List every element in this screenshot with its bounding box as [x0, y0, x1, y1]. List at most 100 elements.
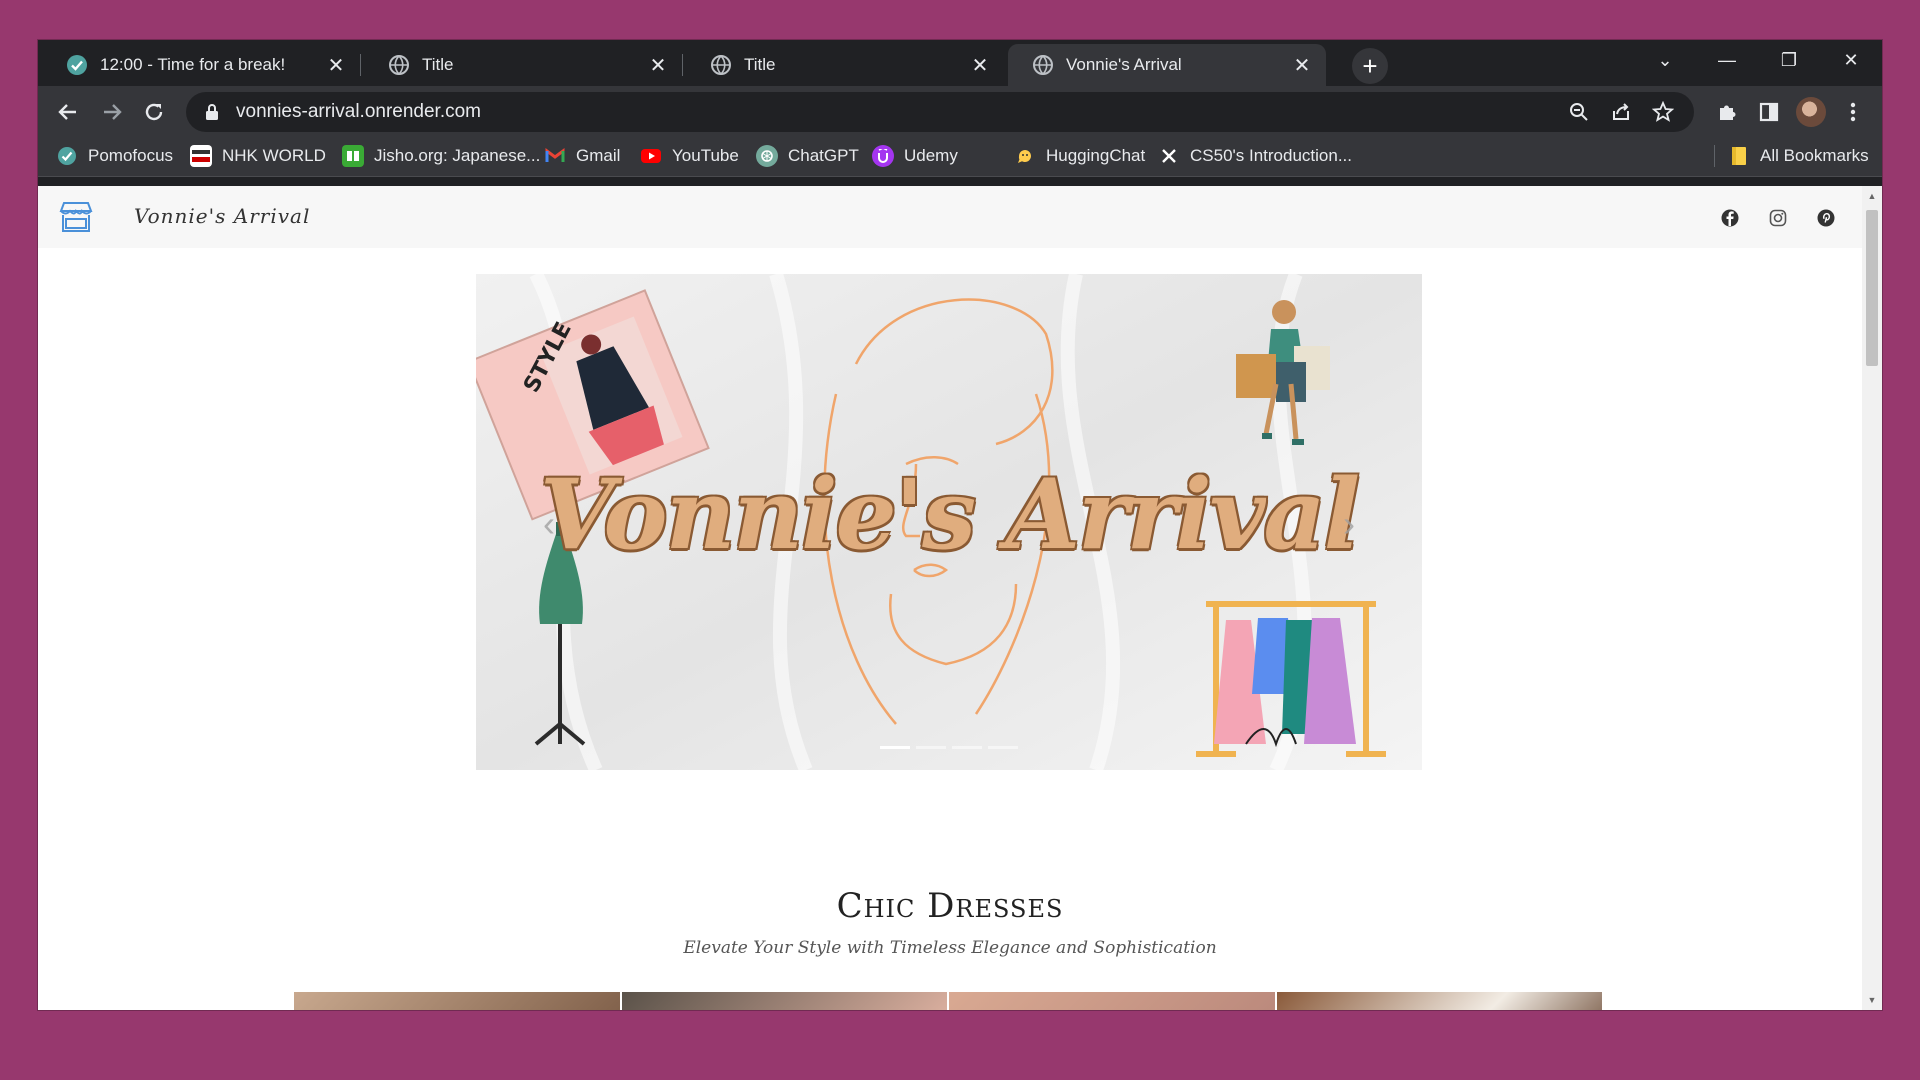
side-panel-icon[interactable] [1748, 94, 1790, 130]
browser-window: 12:00 - Time for a break! ✕ Title ✕ Titl… [38, 40, 1882, 1010]
share-icon[interactable] [1600, 101, 1642, 123]
tab-strip: 12:00 - Time for a break! ✕ Title ✕ Titl… [38, 40, 1882, 86]
lock-icon[interactable] [202, 102, 222, 122]
brand-name[interactable]: Vonnie's Arrival [134, 204, 310, 228]
carousel-indicator[interactable] [880, 746, 910, 749]
all-bookmarks-button[interactable]: All Bookmarks [1728, 136, 1869, 176]
instagram-icon[interactable] [1754, 206, 1802, 230]
bookmark-udemy[interactable]: Udemy [872, 136, 958, 176]
section-title: Chic Dresses [836, 886, 1064, 926]
tab-close-button[interactable]: ✕ [646, 53, 670, 77]
carousel-prev-button[interactable]: ‹ [534, 503, 564, 544]
chatgpt-icon [756, 145, 778, 167]
new-tab-button[interactable]: + [1352, 48, 1388, 84]
globe-icon [711, 55, 731, 75]
dress-card-image[interactable] [1276, 992, 1602, 1010]
close-window-button[interactable]: ✕ [1820, 40, 1882, 80]
site-navbar: Vonnie's Arrival [38, 186, 1862, 248]
pomodoro-check-icon [67, 55, 87, 75]
bookmark-label: NHK WORLD [222, 146, 326, 165]
carousel-indicator[interactable] [988, 746, 1018, 749]
bookmark-chatgpt[interactable]: ChatGPT [756, 136, 859, 176]
tab-search-button[interactable]: ⌄ [1634, 40, 1696, 80]
hero-brand-text: Vonnie's Arrival [539, 458, 1360, 571]
globe-icon [1033, 55, 1053, 75]
dress-gallery [294, 992, 1604, 1010]
tab-vonnies-arrival[interactable]: Vonnie's Arrival ✕ [1008, 44, 1326, 86]
forward-arrow-icon [104, 104, 122, 120]
dress-card-image[interactable] [621, 992, 947, 1010]
jisho-icon [342, 145, 364, 167]
facebook-icon[interactable] [1706, 206, 1754, 230]
zoom-icon[interactable] [1558, 101, 1600, 123]
profile-avatar[interactable] [1796, 97, 1826, 127]
bookmark-star-icon[interactable] [1642, 101, 1684, 123]
minimize-button[interactable]: — [1696, 40, 1758, 80]
carousel-next-button[interactable]: › [1334, 503, 1364, 544]
storefront-icon[interactable] [58, 200, 94, 234]
extensions-puzzle-icon[interactable] [1706, 94, 1748, 130]
dress-card-image[interactable] [294, 992, 620, 1010]
section-subtitle: Elevate Your Style with Timeless Eleganc… [683, 938, 1217, 958]
bookmarks-separator [1714, 145, 1715, 167]
bookmark-label: Jisho.org: Japanese... [374, 146, 541, 165]
carousel-indicator[interactable] [952, 746, 982, 749]
tab-title-2[interactable]: Title ✕ [686, 44, 1004, 86]
bookmark-label: Gmail [576, 146, 621, 165]
bookmark-label: CS50's Introduction... [1190, 146, 1352, 165]
scroll-down-arrow[interactable]: ▼ [1862, 992, 1882, 1008]
bookmarks-bar: Pomofocus NHK WORLD Jisho.org: Japanese.… [38, 136, 1882, 177]
url-text[interactable]: vonnies-arrival.onrender.com [236, 101, 481, 123]
page-scrollbar[interactable]: ▲ ▼ [1862, 186, 1882, 1010]
udemy-icon [872, 145, 894, 167]
tab-pomofocus[interactable]: 12:00 - Time for a break! ✕ [42, 44, 361, 86]
all-bookmarks-label: All Bookmarks [1760, 146, 1869, 165]
bookmark-nhk-world[interactable]: NHK WORLD [190, 136, 326, 176]
back-button[interactable] [50, 94, 86, 130]
bookmark-label: Pomofocus [88, 146, 174, 165]
bookmark-label: YouTube [672, 146, 739, 165]
bookmark-label: HuggingChat [1046, 146, 1146, 165]
bookmark-pomofocus[interactable]: Pomofocus [56, 136, 173, 176]
folder-icon [1728, 145, 1750, 167]
pinterest-icon[interactable] [1802, 206, 1850, 230]
forward-button[interactable] [94, 94, 130, 130]
dress-card-image[interactable] [949, 992, 1275, 1010]
kebab-menu-icon[interactable] [1832, 94, 1874, 130]
page-viewport: Vonnie's Arrival STYLE Vonnie's Arrival … [38, 186, 1882, 1010]
back-arrow-icon [58, 104, 76, 120]
bookmark-cs50[interactable]: CS50's Introduction... [1158, 136, 1352, 176]
hero-carousel: STYLE Vonnie's Arrival ‹ › [476, 274, 1422, 770]
tab-title: Title [744, 55, 776, 74]
tab-title: Title [422, 55, 454, 74]
tab-close-button[interactable]: ✕ [324, 53, 348, 77]
youtube-icon [640, 145, 662, 167]
tab-close-button[interactable]: ✕ [1290, 53, 1314, 77]
nhk-icon [190, 145, 212, 167]
huggingchat-icon [1014, 145, 1036, 167]
tab-close-button[interactable]: ✕ [968, 53, 992, 77]
carousel-indicator[interactable] [916, 746, 946, 749]
omnibox-actions [1558, 92, 1684, 132]
scroll-up-arrow[interactable]: ▲ [1862, 188, 1882, 204]
tab-title: 12:00 - Time for a break! [100, 55, 286, 74]
reload-button[interactable] [136, 94, 172, 130]
bookmark-youtube[interactable]: YouTube [640, 136, 739, 176]
gmail-icon [544, 145, 566, 167]
pomofocus-icon [56, 145, 78, 167]
x-icon [1158, 145, 1180, 167]
tab-title-1[interactable]: Title ✕ [364, 44, 683, 86]
scrollbar-thumb[interactable] [1866, 210, 1878, 366]
bookmark-gmail[interactable]: Gmail [544, 136, 620, 176]
extension-area [1706, 94, 1874, 130]
bookmark-jisho[interactable]: Jisho.org: Japanese... [342, 136, 540, 176]
restore-button[interactable]: ❐ [1758, 40, 1820, 80]
browser-toolbar: vonnies-arrival.onrender.com [38, 86, 1882, 136]
window-controls: ⌄ — ❐ ✕ [1634, 40, 1882, 80]
bookmark-label: ChatGPT [788, 146, 859, 165]
tab-title: Vonnie's Arrival [1066, 55, 1182, 74]
globe-icon [389, 55, 409, 75]
reload-icon [145, 103, 163, 121]
address-bar[interactable]: vonnies-arrival.onrender.com [186, 92, 1694, 132]
bookmark-huggingchat[interactable]: HuggingChat [1014, 136, 1145, 176]
